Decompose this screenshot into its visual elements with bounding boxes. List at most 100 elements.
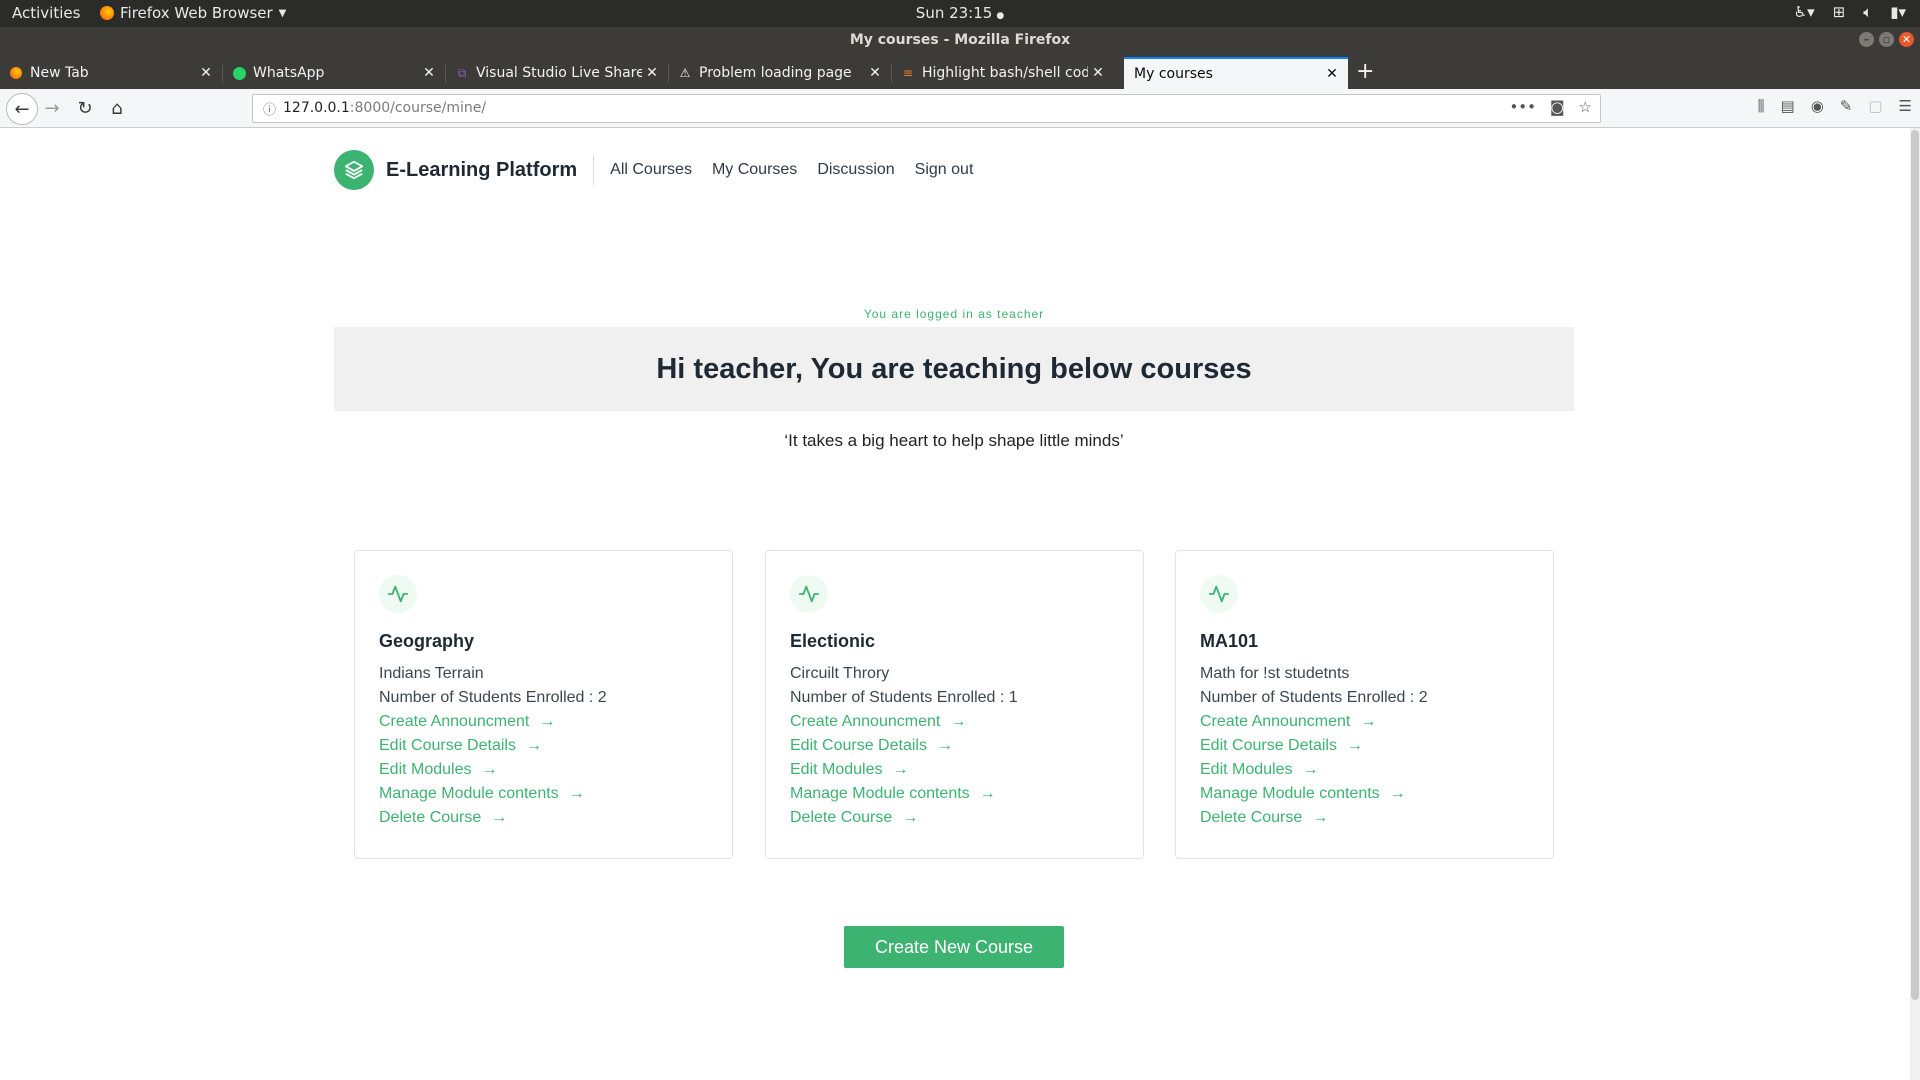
course-card: Electionic Circuilt Throry Number of Stu… — [765, 550, 1144, 859]
scrollbar-thumb[interactable] — [1911, 130, 1919, 1000]
tab-whatsapp[interactable]: WhatsApp ✕ — [223, 57, 445, 89]
create-announcement-link[interactable]: Create Announcment → — [790, 710, 1119, 734]
close-icon[interactable]: ✕ — [865, 65, 885, 81]
address-bar[interactable]: ⓘ 127.0.0.1:8000/course/mine/ ••• ◙ ☆ — [252, 94, 1601, 123]
course-title: MA101 — [1200, 631, 1259, 651]
link-label: Edit Course Details — [1200, 737, 1337, 754]
link-label: Delete Course — [790, 809, 893, 826]
extension-icon[interactable]: ✎ — [1840, 97, 1853, 115]
app-menu[interactable]: Firefox Web Browser ▼ — [100, 4, 286, 22]
tab-new-tab[interactable]: New Tab ✕ — [0, 57, 222, 89]
app-menu-label: Firefox Web Browser — [120, 4, 273, 22]
close-icon[interactable]: ✕ — [1322, 66, 1342, 82]
system-tray[interactable]: ♿▾ ⊞ 🔈︎ ▮▾ — [1794, 3, 1906, 21]
create-announcement-link[interactable]: Create Announcment → — [1200, 710, 1529, 734]
back-button[interactable]: ← — [6, 93, 38, 125]
tab-label: Visual Studio Live Share — [476, 65, 642, 81]
account-icon[interactable]: ◉ — [1811, 97, 1824, 115]
edit-course-details-link[interactable]: Edit Course Details → — [1200, 734, 1529, 758]
network-icon[interactable]: ⊞ — [1833, 3, 1846, 21]
sidebar-icon[interactable]: ▤ — [1781, 97, 1795, 115]
accessibility-icon[interactable]: ♿▾ — [1794, 3, 1815, 21]
nav-my-courses[interactable]: My Courses — [712, 161, 797, 179]
maximize-button[interactable]: ▫ — [1879, 32, 1894, 47]
link-label: Edit Course Details — [379, 737, 516, 754]
pocket-icon[interactable]: ◙ — [1550, 98, 1565, 116]
link-label: Manage Module contents — [790, 785, 970, 802]
info-icon[interactable]: ⓘ — [263, 99, 276, 118]
course-description: Indians Terrain — [379, 665, 484, 682]
url-host: 127.0.0.1 — [283, 100, 350, 116]
edit-course-details-link[interactable]: Edit Course Details → — [379, 734, 708, 758]
edit-modules-link[interactable]: Edit Modules → — [1200, 758, 1529, 782]
minimize-button[interactable]: – — [1859, 32, 1874, 47]
arrow-right-icon: → — [1312, 809, 1329, 826]
forward-button[interactable]: → — [40, 96, 64, 120]
page-content: E-Learning Platform All Courses My Cours… — [0, 128, 1910, 1080]
page-scrollbar[interactable] — [1910, 128, 1920, 1080]
link-label: Delete Course — [379, 809, 482, 826]
activity-icon — [790, 575, 828, 613]
vs-icon: ⧉ — [457, 65, 467, 80]
arrow-right-icon: → — [1360, 713, 1377, 730]
clock[interactable]: Sun 23:15 — [916, 4, 993, 22]
site-brand[interactable]: E-Learning Platform — [386, 155, 595, 185]
tab-visual-studio-live-share[interactable]: ⧉ Visual Studio Live Share ✕ — [446, 57, 668, 89]
tab-highlight-bash[interactable]: ≡ Highlight bash/shell code ✕ — [892, 57, 1114, 89]
arrow-right-icon: → — [539, 713, 556, 730]
arrow-right-icon: → — [568, 785, 585, 802]
battery-icon[interactable]: ▮▾ — [1890, 3, 1906, 21]
volume-icon[interactable]: 🔈︎ — [1863, 3, 1872, 21]
tab-label: Highlight bash/shell code — [922, 65, 1088, 81]
course-title: Electionic — [790, 631, 876, 651]
tab-my-courses[interactable]: My courses ✕ — [1124, 57, 1348, 89]
nav-sign-out[interactable]: Sign out — [915, 161, 974, 179]
tab-label: New Tab — [30, 65, 89, 81]
delete-course-link[interactable]: Delete Course → — [790, 806, 1119, 830]
manage-module-contents-link[interactable]: Manage Module contents → — [1200, 782, 1529, 806]
edit-modules-link[interactable]: Edit Modules → — [790, 758, 1119, 782]
arrow-right-icon: → — [902, 809, 919, 826]
manage-module-contents-link[interactable]: Manage Module contents → — [379, 782, 708, 806]
page-actions-icon[interactable]: ••• — [1509, 98, 1536, 116]
site-nav: All Courses My Courses Discussion Sign o… — [610, 161, 973, 179]
manage-module-contents-link[interactable]: Manage Module contents → — [790, 782, 1119, 806]
edit-modules-link[interactable]: Edit Modules → — [379, 758, 708, 782]
stackoverflow-icon: ≡ — [902, 66, 914, 80]
arrow-right-icon: → — [936, 737, 953, 754]
bookmark-star-icon[interactable]: ☆ — [1579, 98, 1592, 116]
new-tab-button[interactable]: + — [1356, 59, 1374, 84]
window-titlebar: My courses - Mozilla Firefox – ▫ ✕ — [0, 27, 1920, 53]
extension-placeholder-icon[interactable]: ▢ — [1868, 97, 1882, 115]
layers-logo-icon[interactable] — [334, 150, 374, 190]
nav-all-courses[interactable]: All Courses — [610, 161, 692, 179]
tab-bar: New Tab ✕ WhatsApp ✕ ⧉ Visual Studio Liv… — [0, 53, 1920, 89]
reload-button[interactable]: ↻ — [73, 96, 97, 120]
activities-button[interactable]: Activities — [12, 4, 80, 22]
url-path: :8000/course/mine/ — [349, 100, 487, 116]
nav-discussion[interactable]: Discussion — [817, 161, 894, 179]
edit-course-details-link[interactable]: Edit Course Details → — [790, 734, 1119, 758]
tab-label: Problem loading page — [699, 65, 852, 81]
link-label: Manage Module contents — [1200, 785, 1380, 802]
close-window-button[interactable]: ✕ — [1899, 32, 1914, 47]
home-button[interactable]: ⌂ — [105, 96, 129, 120]
enrolled-count: Number of Students Enrolled : 2 — [379, 689, 607, 706]
close-icon[interactable]: ✕ — [196, 65, 216, 81]
close-icon[interactable]: ✕ — [419, 65, 439, 81]
arrow-right-icon: → — [525, 737, 542, 754]
close-icon[interactable]: ✕ — [1088, 65, 1108, 81]
firefox-icon — [8, 65, 24, 81]
delete-course-link[interactable]: Delete Course → — [1200, 806, 1529, 830]
link-label: Edit Course Details — [790, 737, 927, 754]
library-icon[interactable]: ⫼ — [1758, 97, 1765, 115]
close-icon[interactable]: ✕ — [642, 65, 662, 81]
url-text[interactable]: 127.0.0.1:8000/course/mine/ — [283, 100, 486, 116]
delete-course-link[interactable]: Delete Course → — [379, 806, 708, 830]
arrow-right-icon: → — [491, 809, 508, 826]
arrow-right-icon: → — [892, 761, 909, 778]
create-new-course-button[interactable]: Create New Course — [844, 926, 1064, 968]
create-announcement-link[interactable]: Create Announcment → — [379, 710, 708, 734]
hamburger-menu-icon[interactable]: ☰ — [1899, 97, 1912, 115]
tab-problem-loading-page[interactable]: ⚠ Problem loading page ✕ — [669, 57, 891, 89]
